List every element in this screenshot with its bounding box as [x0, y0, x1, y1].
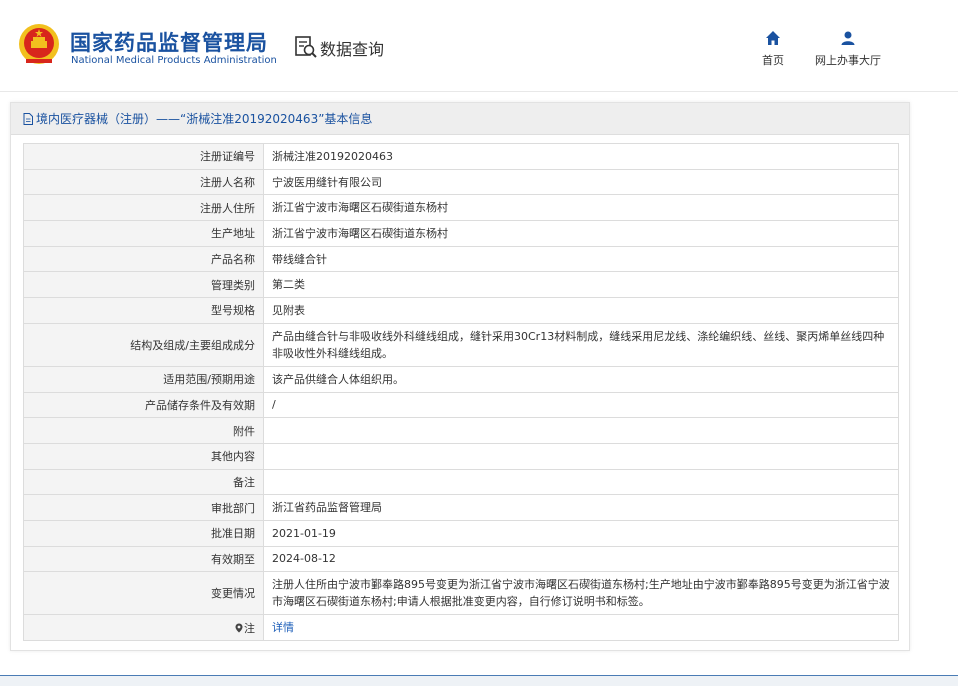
nav-online-office[interactable]: 网上办事大厅 [812, 30, 884, 68]
row-value: 见附表 [263, 297, 899, 324]
info-panel: 境内医疗器械（注册）——“浙械注准20192020463”基本信息 注册证编号浙… [10, 102, 910, 651]
row-label: 注 [23, 614, 264, 641]
table-row: 产品名称 带线缝合针 [23, 245, 899, 273]
row-label: 型号规格 [23, 297, 264, 324]
table-row: 注 详情 [23, 614, 899, 641]
row-value: 该产品供缝合人体组织用。 [263, 365, 899, 393]
row-value [263, 468, 899, 496]
table-row: 管理类别 第二类 [23, 271, 899, 299]
note-label-text: 注 [244, 621, 255, 635]
row-value: 带线缝合针 [263, 245, 899, 273]
row-label: 管理类别 [23, 271, 264, 299]
row-label: 有效期至 [23, 545, 264, 573]
search-document-icon [295, 36, 317, 58]
row-value: 浙江省药品监督管理局 [263, 494, 899, 521]
row-label: 产品名称 [23, 245, 264, 273]
site-header: 国家药品监督管理局 National Medical Products Admi… [0, 0, 958, 92]
note-label: 注 [235, 620, 255, 636]
query-title: 数据查询 [320, 40, 385, 59]
row-label: 注册人名称 [23, 168, 264, 196]
panel-title: 境内医疗器械（注册）——“浙械注准20192020463”基本信息 [11, 103, 909, 135]
document-icon [23, 112, 33, 125]
detail-link[interactable]: 详情 [272, 621, 294, 634]
table-row: 产品储存条件及有效期 / [23, 391, 899, 419]
row-value [263, 417, 899, 444]
panel-title-text: 境内医疗器械（注册）——“浙械注准20192020463”基本信息 [36, 111, 373, 126]
row-value: 2021-01-19 [263, 519, 899, 547]
brand-subtitle: National Medical Products Administration [71, 55, 277, 66]
row-label: 其他内容 [23, 442, 264, 470]
row-value: 2024-08-12 [263, 545, 899, 573]
home-icon [766, 31, 780, 45]
table-row: 型号规格 见附表 [23, 297, 899, 324]
table-row: 其他内容 [23, 442, 899, 470]
row-label: 备注 [23, 468, 264, 496]
row-label: 附件 [23, 417, 264, 444]
table-row: 变更情况 注册人住所由宁波市鄞奉路895号变更为浙江省宁波市海曙区石碶街道东杨村;… [23, 571, 899, 616]
table-row: 适用范围/预期用途 该产品供缝合人体组织用。 [23, 365, 899, 393]
header-divider [0, 91, 958, 92]
table-row: 审批部门 浙江省药品监督管理局 [23, 494, 899, 521]
row-label: 生产地址 [23, 220, 264, 247]
nav-home[interactable]: 首页 [757, 30, 789, 68]
table-row: 注册人住所 浙江省宁波市海曙区石碶街道东杨村 [23, 194, 899, 222]
table-row: 结构及组成/主要组成成分 产品由缝合针与非吸收线外科缝线组成，缝针采用30Cr13… [23, 322, 899, 367]
row-value: 宁波医用缝针有限公司 [263, 168, 899, 196]
table-row: 批准日期 2021-01-19 [23, 519, 899, 547]
row-label: 审批部门 [23, 494, 264, 521]
row-value [263, 442, 899, 470]
nav-home-label: 首页 [762, 54, 784, 67]
row-label: 结构及组成/主要组成成分 [23, 322, 264, 367]
table-row: 注册人名称 宁波医用缝针有限公司 [23, 168, 899, 196]
brand-title[interactable]: 国家药品监督管理局 [70, 27, 268, 57]
info-table: 注册证编号 浙械注准20192020463 注册人名称 宁波医用缝针有限公司 注册人… [23, 143, 899, 641]
row-value: / [263, 391, 899, 419]
user-icon [841, 31, 855, 45]
row-value: 浙械注准20192020463 [263, 143, 899, 170]
table-row: 注册证编号 浙械注准20192020463 [23, 143, 899, 170]
row-label: 注册证编号 [23, 143, 264, 170]
row-value: 注册人住所由宁波市鄞奉路895号变更为浙江省宁波市海曙区石碶街道东杨村;生产地址… [263, 571, 899, 616]
table-row: 有效期至 2024-08-12 [23, 545, 899, 573]
row-value: 浙江省宁波市海曙区石碶街道东杨村 [263, 194, 899, 222]
table-row: 生产地址 浙江省宁波市海曙区石碶街道东杨村 [23, 220, 899, 247]
row-value: 第二类 [263, 271, 899, 299]
row-label: 注册人住所 [23, 194, 264, 222]
table-row: 备注 [23, 468, 899, 496]
row-label: 变更情况 [23, 571, 264, 616]
row-value: 浙江省宁波市海曙区石碶街道东杨村 [263, 220, 899, 247]
row-label: 产品储存条件及有效期 [23, 391, 264, 419]
row-label: 批准日期 [23, 519, 264, 547]
national-emblem-icon[interactable] [18, 22, 60, 66]
row-label: 适用范围/预期用途 [23, 365, 264, 393]
row-value: 产品由缝合针与非吸收线外科缝线组成，缝针采用30Cr13材料制成，缝线采用尼龙线… [263, 322, 899, 367]
table-row: 附件 [23, 417, 899, 444]
pin-icon [235, 623, 243, 633]
footer-bar [0, 675, 958, 686]
row-value: 详情 [263, 614, 899, 641]
nav-office-label: 网上办事大厅 [815, 54, 881, 67]
